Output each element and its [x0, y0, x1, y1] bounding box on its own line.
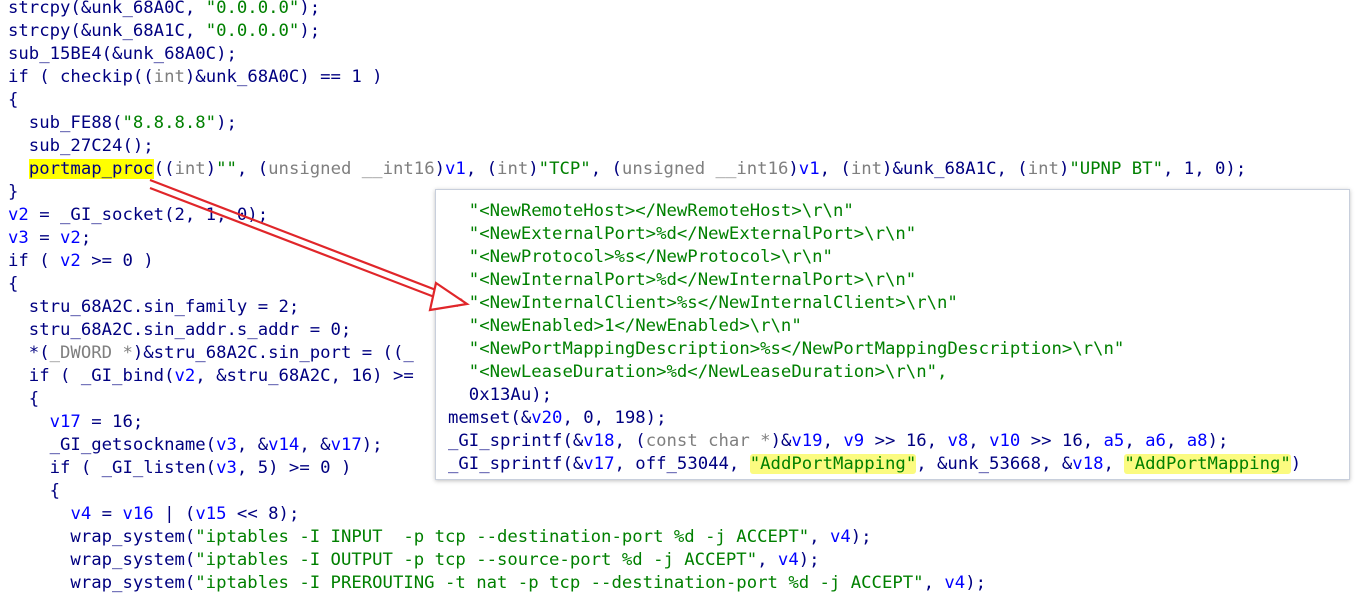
code-line: strcpy(&unk_68A0C, "0.0.0.0");: [8, 0, 321, 18]
code-line: v4 = v16 | (v15 << 8);: [70, 504, 300, 524]
code-line: strcpy(&unk_68A1C, "0.0.0.0");: [8, 21, 321, 41]
code-line: *(_DWORD *)&stru_68A2C.sin_port = ((_: [8, 343, 414, 363]
popup-line-internal-client: "<NewInternalClient>%s</NewInternalClien…: [448, 293, 958, 313]
arrow-shaft-upper: [149, 178, 463, 302]
popup-line: "<NewInternalPort>%d</NewInternalPort>\r…: [448, 270, 917, 290]
code-line: {: [8, 389, 40, 409]
code-line: if ( checkip((int)&unk_68A0C) == 1 ): [8, 67, 383, 87]
popup-line: "<NewLeaseDuration>%d</NewLeaseDuration>…: [448, 362, 948, 382]
code-line: sub_15BE4(&unk_68A0C);: [8, 44, 237, 64]
addportmapping-highlight: "AddPortMapping": [749, 454, 917, 474]
function-preview-popup: "<NewRemoteHost></NewRemoteHost>\r\n" "<…: [435, 189, 1350, 480]
code-line: if ( _GI_listen(v3, 5) >= 0 ): [8, 458, 352, 478]
popup-line: 0x13Au);: [448, 385, 553, 405]
code-line: v17 = 16;: [49, 412, 144, 432]
code-line: stru_68A2C.sin_addr.s_addr = 0;: [8, 320, 352, 340]
popup-line: _GI_sprintf(&v17, off_53044, "AddPortMap…: [448, 454, 1302, 474]
code-line: _GI_getsockname(v3, &v14, &v17);: [8, 435, 383, 455]
popup-line: "<NewExternalPort>%d</NewExternalPort>\r…: [448, 224, 917, 244]
code-line: if ( v2 >= 0 ): [8, 251, 154, 271]
addportmapping-highlight: "AddPortMapping": [1124, 454, 1291, 474]
code-line: v2 = _GI_socket(2, 1, 0);: [8, 205, 269, 225]
popup-line: "<NewProtocol>%s</NewProtocol>\r\n": [448, 247, 833, 267]
popup-line: memset(&v20, 0, 198);: [448, 408, 667, 428]
code-line: {: [8, 90, 19, 110]
code-line: sub_FE88("8.8.8.8");: [8, 113, 237, 133]
code-line-portmap-call: portmap_proc((int)"", (unsigned __int16)…: [28, 159, 1247, 179]
code-line: wrap_system("iptables -I OUTPUT -p tcp -…: [8, 550, 820, 570]
code-line: sub_27C24();: [8, 136, 154, 156]
code-line: }: [8, 182, 19, 202]
popup-line: "<NewEnabled>1</NewEnabled>\r\n": [448, 316, 802, 336]
code-line: v3 = v2;: [8, 228, 92, 248]
code-line: {: [8, 481, 61, 501]
code-line: wrap_system("iptables -I PREROUTING -t n…: [8, 573, 987, 593]
code-line: stru_68A2C.sin_family = 2;: [8, 297, 300, 317]
popup-line: "<NewPortMappingDescription>%s</NewPortM…: [448, 339, 1125, 359]
portmap-proc-highlight[interactable]: portmap_proc: [28, 159, 154, 179]
popup-line: "<NewRemoteHost></NewRemoteHost>\r\n": [448, 201, 854, 221]
code-line: if ( _GI_bind(v2, &stru_68A2C, 16) >=: [8, 366, 414, 386]
code-line: {: [8, 274, 19, 294]
popup-line: _GI_sprintf(&v18, (const char *)&v19, v9…: [448, 431, 1229, 451]
code-line: wrap_system("iptables -I INPUT -p tcp --…: [8, 527, 872, 547]
